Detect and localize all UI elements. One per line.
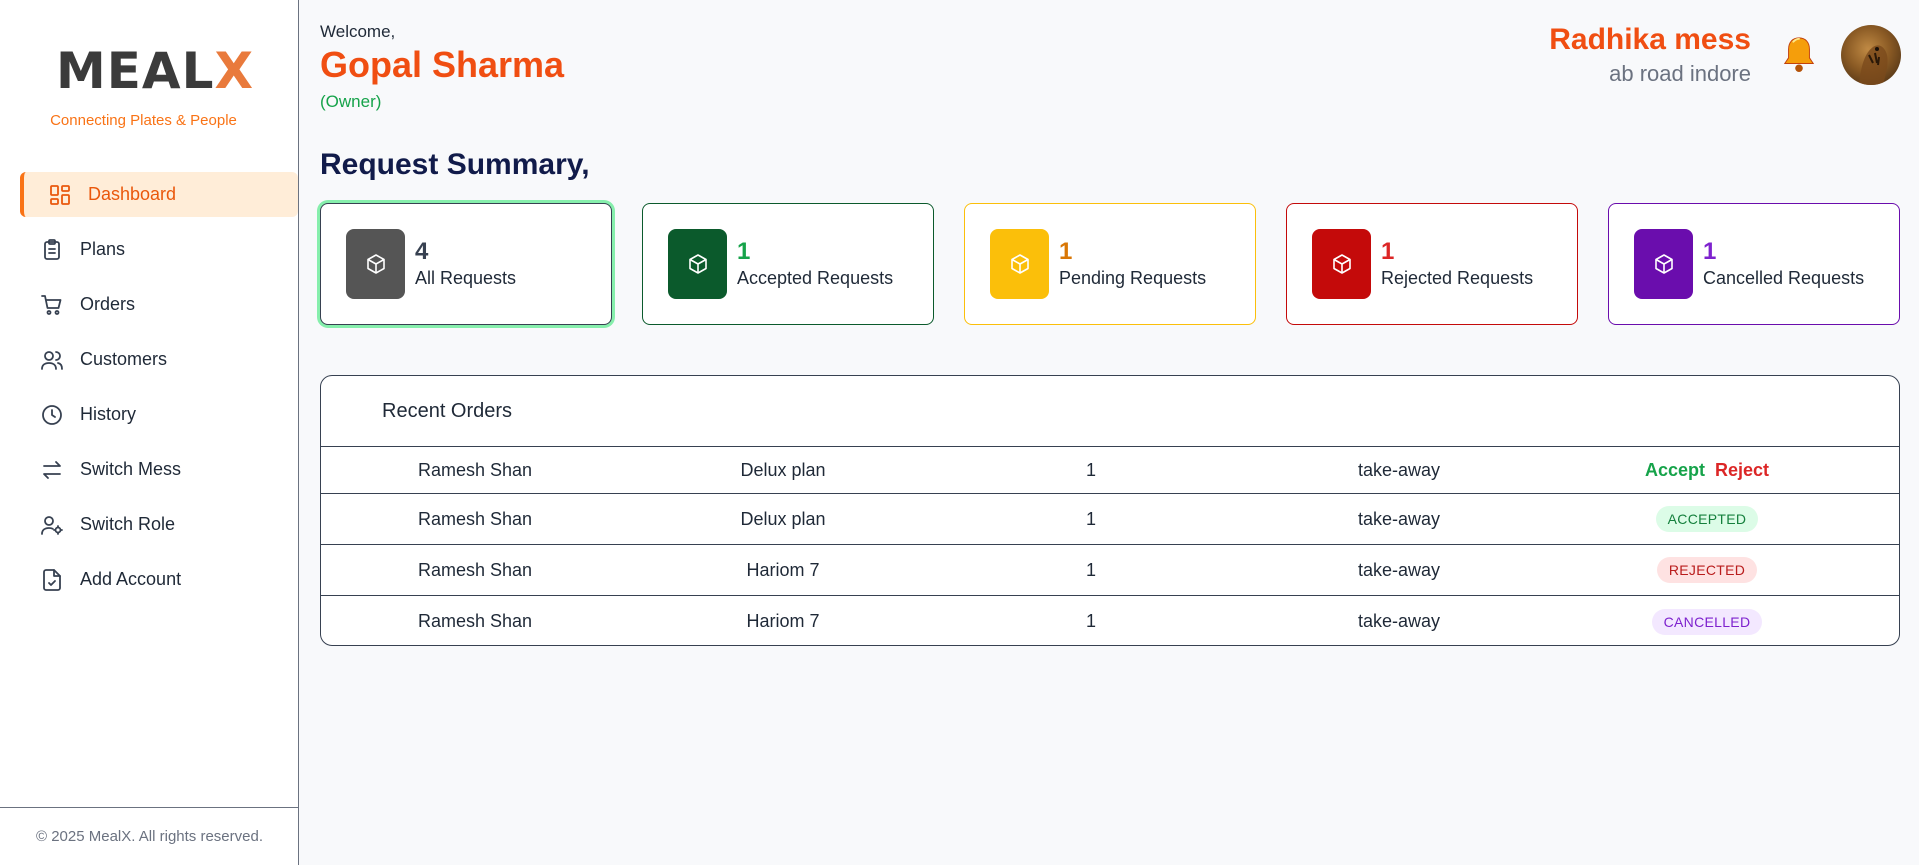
table-row: Ramesh Shan Hariom 7 1 take-away CANCELL… bbox=[321, 596, 1899, 645]
box-icon bbox=[990, 229, 1049, 299]
sidebar-item-switch-role[interactable]: Switch Role bbox=[20, 502, 298, 547]
table-row: Ramesh Shan Hariom 7 1 take-away REJECTE… bbox=[321, 545, 1899, 596]
clipboard-icon bbox=[40, 238, 64, 262]
users-icon bbox=[40, 348, 64, 372]
sidebar-item-label: Dashboard bbox=[88, 184, 177, 204]
card-label: Pending Requests bbox=[1059, 268, 1207, 288]
sidebar-item-label: Add Account bbox=[80, 569, 182, 589]
plan-cell: Delux plan bbox=[740, 508, 826, 529]
quantity-cell: 1 bbox=[1085, 611, 1096, 631]
box-icon bbox=[1312, 229, 1371, 299]
quantity-cell: 1 bbox=[1085, 508, 1096, 529]
user-avatar[interactable] bbox=[1841, 25, 1901, 85]
box-icon bbox=[346, 229, 405, 299]
sidebar-footer: © 2025 MealX. All rights reserved. bbox=[0, 807, 299, 865]
status-badge: REJECTED bbox=[1656, 557, 1758, 583]
status-cell: CANCELLED bbox=[1553, 608, 1861, 635]
mess-name: Radhika mess bbox=[1549, 23, 1751, 56]
clock-icon bbox=[40, 403, 64, 427]
status-badge: ACCEPTED bbox=[1655, 506, 1759, 532]
card-count: 4 bbox=[415, 238, 429, 265]
sidebar-item-label: Plans bbox=[80, 239, 126, 259]
sidebar-item-dashboard[interactable]: Dashboard bbox=[20, 172, 298, 217]
status-badge: CANCELLED bbox=[1651, 608, 1763, 635]
order-type-cell: take-away bbox=[1357, 611, 1441, 631]
card-count: 1 bbox=[1703, 238, 1717, 265]
card-rejected-requests[interactable]: 1 Rejected Requests bbox=[1286, 203, 1578, 325]
sidebar-item-history[interactable]: History bbox=[20, 392, 298, 437]
card-count: 1 bbox=[737, 238, 751, 265]
dashboard-icon bbox=[48, 183, 72, 207]
table-row: Ramesh Shan Delux plan 1 take-away ACCEP… bbox=[321, 494, 1899, 545]
card-count: 1 bbox=[1381, 238, 1395, 265]
sidebar-item-plans[interactable]: Plans bbox=[20, 227, 298, 272]
sidebar-item-label: Customers bbox=[80, 349, 168, 369]
card-all-requests[interactable]: 4 All Requests bbox=[320, 203, 612, 325]
order-type-cell: take-away bbox=[1357, 508, 1441, 529]
owner-role: (Owner) bbox=[320, 92, 382, 111]
sidebar-nav: Dashboard Plans Orders Customers History… bbox=[20, 172, 298, 612]
card-label: Accepted Requests bbox=[737, 268, 894, 288]
customer-cell: Ramesh Shan bbox=[417, 459, 533, 480]
sidebar-item-add-account[interactable]: Add Account bbox=[20, 557, 298, 602]
sidebar-item-label: Switch Role bbox=[80, 514, 176, 534]
sidebar-item-label: Switch Mess bbox=[80, 459, 182, 479]
sidebar-item-switch-mess[interactable]: Switch Mess bbox=[20, 447, 298, 492]
card-label: All Requests bbox=[415, 268, 517, 288]
box-icon bbox=[1634, 229, 1693, 299]
card-accepted-requests[interactable]: 1 Accepted Requests bbox=[642, 203, 934, 325]
welcome-text: Welcome, bbox=[320, 22, 396, 41]
customer-cell: Ramesh Shan bbox=[417, 559, 533, 580]
sidebar-item-customers[interactable]: Customers bbox=[20, 337, 298, 382]
owner-name: Gopal Sharma bbox=[320, 44, 565, 85]
card-label: Cancelled Requests bbox=[1703, 268, 1865, 288]
table-row: Ramesh Shan Delux plan 1 take-away Accep… bbox=[321, 447, 1899, 494]
order-type-cell: take-away bbox=[1357, 459, 1441, 480]
plan-cell: Hariom 7 bbox=[746, 559, 820, 580]
sidebar-item-label: History bbox=[80, 404, 137, 424]
plan-cell: Delux plan bbox=[740, 459, 826, 480]
accept-button[interactable]: Accept bbox=[1645, 460, 1705, 481]
customer-cell: Ramesh Shan bbox=[417, 508, 533, 529]
plan-cell: Hariom 7 bbox=[746, 611, 820, 631]
order-type-cell: take-away bbox=[1357, 559, 1441, 580]
mealx-logo[interactable]: MEALX bbox=[56, 46, 254, 96]
status-cell: REJECTED bbox=[1553, 557, 1861, 583]
card-pending-requests[interactable]: 1 Pending Requests bbox=[964, 203, 1256, 325]
sidebar: MEALX Connecting Plates & People Dashboa… bbox=[0, 0, 299, 865]
mess-address: ab road indore bbox=[1609, 61, 1751, 86]
status-cell: Accept Reject bbox=[1553, 460, 1861, 481]
box-icon bbox=[668, 229, 727, 299]
recent-orders-title: Recent Orders bbox=[321, 376, 1899, 447]
switch-arrows-icon bbox=[40, 458, 64, 482]
customer-cell: Ramesh Shan bbox=[417, 611, 533, 631]
sidebar-item-label: Orders bbox=[80, 294, 136, 314]
mess-info: Radhika mess ab road indore bbox=[1549, 22, 1751, 90]
recent-orders-table: Recent Orders Ramesh Shan Delux plan 1 t… bbox=[320, 375, 1900, 646]
quantity-cell: 1 bbox=[1085, 559, 1096, 580]
cart-icon bbox=[40, 293, 64, 317]
request-summary-title: Request Summary, bbox=[320, 148, 590, 181]
card-cancelled-requests[interactable]: 1 Cancelled Requests bbox=[1608, 203, 1900, 325]
notification-bell-icon[interactable] bbox=[1780, 34, 1818, 74]
file-check-icon bbox=[40, 568, 64, 592]
user-gear-icon bbox=[40, 513, 64, 537]
card-label: Rejected Requests bbox=[1381, 268, 1534, 288]
card-count: 1 bbox=[1059, 238, 1073, 265]
sidebar-item-orders[interactable]: Orders bbox=[20, 282, 298, 327]
reject-button[interactable]: Reject bbox=[1715, 460, 1769, 481]
status-cell: ACCEPTED bbox=[1553, 506, 1861, 532]
quantity-cell: 1 bbox=[1085, 459, 1096, 480]
brand-tagline: Connecting Plates & People bbox=[50, 112, 237, 129]
